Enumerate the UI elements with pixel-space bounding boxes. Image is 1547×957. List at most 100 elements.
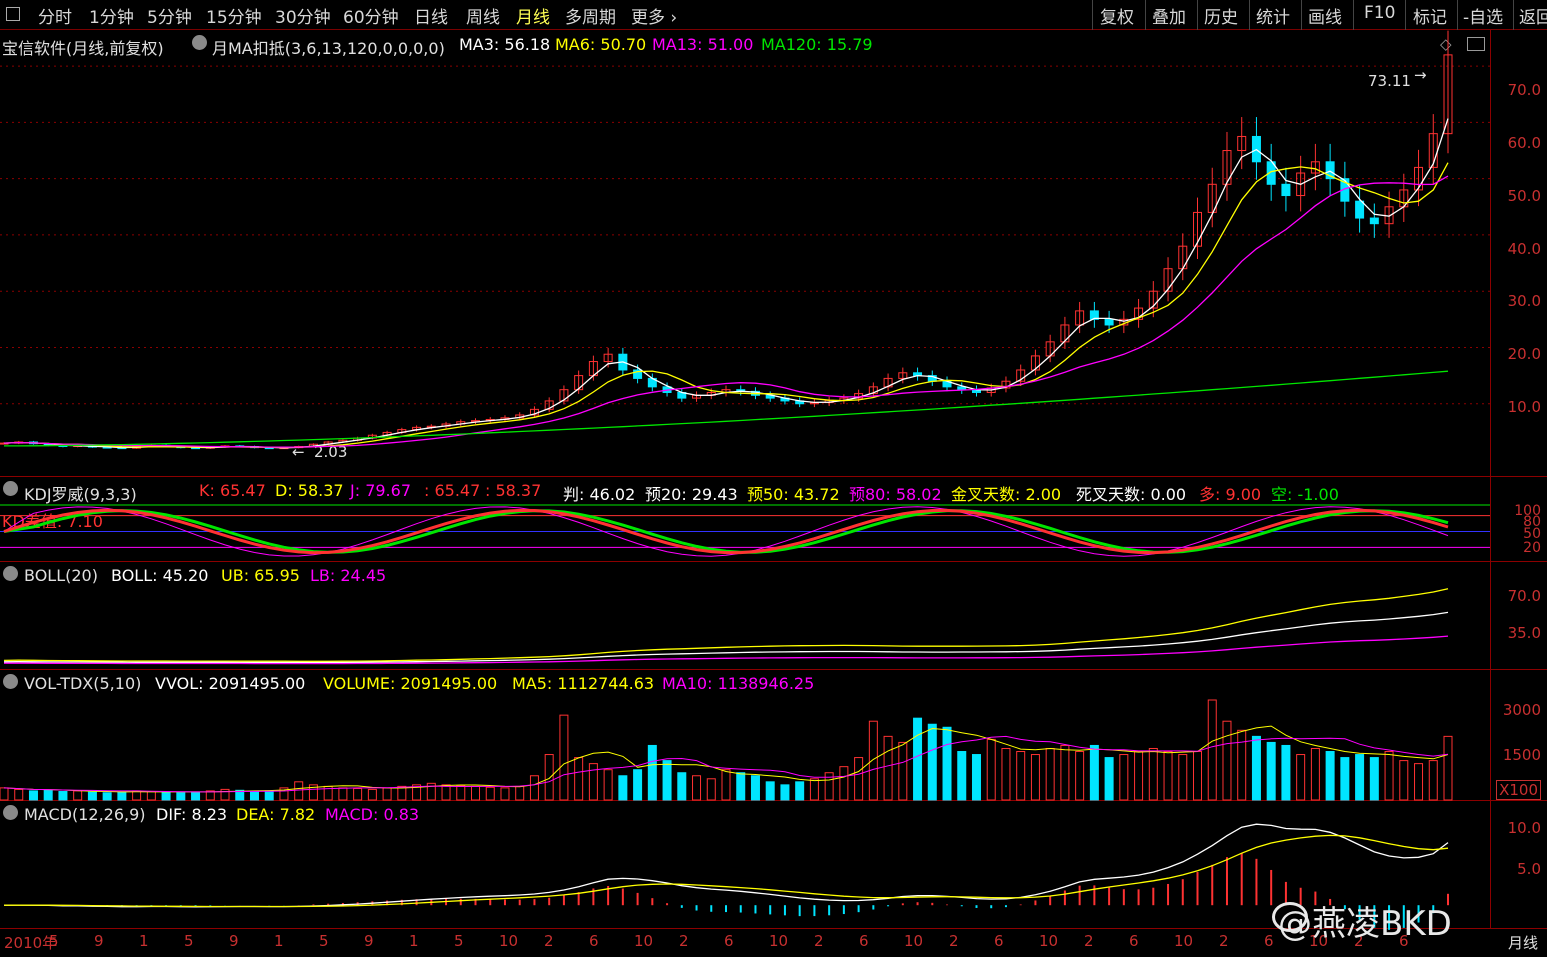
volume-bar: [1414, 763, 1424, 801]
volume-bar: [721, 769, 731, 801]
volume-bar: [662, 760, 672, 801]
macd-axis-label: 5.0: [1517, 860, 1541, 878]
volume-bar: [43, 789, 53, 801]
volume-bar: [264, 790, 274, 801]
volume-bar: [986, 738, 996, 801]
volume-bar: [1075, 751, 1085, 801]
volume-bar: [1207, 699, 1217, 801]
volume-bar: [1325, 751, 1335, 801]
volume-bar: [839, 766, 849, 801]
volume-bar: [1060, 744, 1070, 801]
price-axis-label: 20.0: [1507, 345, 1541, 363]
volume-bar: [750, 775, 760, 801]
volume-bar: [692, 775, 702, 801]
candle-body: [1355, 200, 1365, 219]
volume-bar: [927, 723, 937, 801]
kdj-axis-label: 20: [1523, 540, 1541, 556]
volume-bar: [809, 778, 819, 801]
volume-bar: [898, 741, 908, 801]
price-axis-label: 30.0: [1507, 292, 1541, 310]
boll-axis-label: 70.0: [1507, 587, 1541, 605]
period-indicator: 月线: [1508, 934, 1539, 952]
volume-bar: [146, 791, 156, 801]
boll-mid-line: [3, 611, 1449, 664]
volume-bar: [456, 784, 466, 801]
volume-bar: [471, 785, 481, 801]
volume-bar: [382, 787, 392, 801]
volume-bar: [1281, 744, 1291, 801]
volume-bar: [588, 763, 598, 801]
ma6-line: [3, 162, 1449, 448]
volume-bar: [338, 787, 348, 801]
volume-bar: [529, 775, 539, 801]
volume-bar: [353, 787, 363, 801]
boll-lb-line: [4, 635, 1449, 665]
price-axis-label: 40.0: [1507, 240, 1541, 258]
vol-unit-label: X100: [1496, 780, 1541, 800]
price-axis-label: 50.0: [1507, 187, 1541, 205]
volume-bar: [942, 726, 952, 801]
candle-body: [1369, 217, 1379, 225]
volume-bar: [780, 784, 790, 801]
volume-bar: [1266, 741, 1276, 801]
volume-bar: [736, 772, 746, 801]
macd-axis-label: 10.0: [1507, 819, 1541, 837]
volume-bar: [883, 735, 893, 801]
volume-bar: [1119, 754, 1129, 801]
volume-bar: [1045, 747, 1055, 801]
volume-bar: [1237, 729, 1247, 801]
volume-bar: [1178, 754, 1188, 801]
macd-dif-line: [3, 823, 1449, 908]
volume-bar: [1001, 747, 1011, 801]
volume-bar: [1016, 751, 1026, 801]
price-axis-label: 10.0: [1507, 398, 1541, 416]
candle-body: [1104, 318, 1114, 326]
volume-bar: [14, 788, 24, 801]
volume-bar: [294, 781, 304, 801]
volume-bar: [87, 791, 97, 801]
volume-bar: [559, 714, 569, 801]
volume-bar: [1251, 735, 1261, 801]
volume-bar: [1030, 754, 1040, 801]
volume-bar: [1089, 744, 1099, 801]
volume-bar: [485, 786, 495, 801]
price-axis-label: 60.0: [1507, 134, 1541, 152]
chart-canvas: [0, 30, 1490, 930]
volume-bar: [1399, 760, 1409, 801]
volume-bar: [1355, 754, 1365, 801]
vol-axis-label: 3000: [1502, 701, 1541, 719]
volume-bar: [102, 792, 112, 801]
back-button[interactable]: 返回: [1519, 3, 1547, 28]
volume-bar: [1369, 757, 1379, 801]
volume-bar: [854, 757, 864, 801]
volume-bar: [0, 787, 9, 801]
volume-bar: [367, 788, 377, 801]
volume-bar: [441, 784, 451, 801]
volume-bar: [1163, 751, 1173, 801]
volume-bar: [1384, 751, 1394, 801]
volume-bar: [706, 778, 716, 801]
volume-bar: [117, 791, 127, 801]
volume-bar: [633, 769, 643, 801]
boll-axis-label: 35.0: [1507, 624, 1541, 642]
macd-dea-line: [4, 834, 1449, 908]
volume-bar: [58, 791, 68, 801]
volume-bar: [868, 720, 878, 801]
volume-bar: [1193, 751, 1203, 801]
price-axis-label: 70.0: [1507, 81, 1541, 99]
volume-bar: [1340, 757, 1350, 801]
watermark: @燕凌BKD: [1278, 904, 1452, 944]
volume-bar: [1104, 757, 1114, 801]
ma120-line: [4, 370, 1449, 447]
volume-bar: [1134, 751, 1144, 801]
volume-bar: [971, 754, 981, 801]
volume-bar: [28, 790, 38, 801]
volume-bar: [603, 769, 613, 801]
volume-bar: [1296, 754, 1306, 801]
volume-bar: [1428, 760, 1438, 801]
volume-bar: [574, 757, 584, 801]
volume-bar: [1443, 735, 1453, 801]
candle-body: [1281, 183, 1291, 197]
toolbar-divider: [1513, 0, 1514, 30]
volume-bar: [500, 787, 510, 801]
